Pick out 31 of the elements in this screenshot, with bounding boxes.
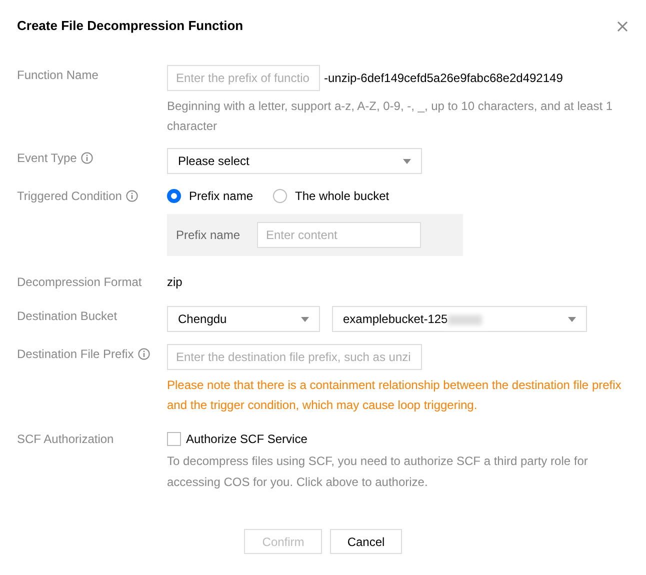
field-label: Triggered Condition: [17, 188, 122, 205]
warning-text: Please note that there is a containment relationship between the destination file prefix and the trigger condition, which may cause loop triggering.: [167, 377, 622, 414]
radio-icon[interactable]: [167, 189, 181, 203]
field-label: SCF Authorization: [17, 431, 114, 448]
close-icon[interactable]: [617, 20, 628, 32]
format-value: zip: [167, 274, 184, 291]
checkbox-icon[interactable]: [167, 432, 181, 446]
radio-icon[interactable]: [273, 189, 288, 203]
region-select[interactable]: Chengdu: [167, 306, 320, 332]
radio-option[interactable]: Prefix name: [167, 187, 254, 205]
prefix-name-input[interactable]: Enter content: [257, 222, 421, 248]
dialog-button[interactable]: Cancel: [330, 529, 402, 554]
caret-icon: [568, 316, 576, 322]
field-label: Decompression Format: [17, 274, 142, 291]
radio-option[interactable]: The whole bucket: [273, 187, 390, 205]
bucket-select[interactable]: examplebucket-125: [332, 306, 587, 332]
prefix-input[interactable]: Enter the prefix of functio: [167, 65, 320, 91]
event-type-select[interactable]: Please select: [167, 148, 422, 174]
hint-text: Beginning with a letter, support a-z, A-Z, 0-9, -, _, up to 10 characters, and at least 1 character: [167, 98, 614, 135]
field-label: Function Name: [17, 67, 98, 84]
caret-icon: [403, 158, 411, 164]
field-label: Destination Bucket: [17, 308, 118, 325]
caret-icon: [301, 316, 309, 322]
authorize-checkbox[interactable]: Authorize SCF Service: [167, 429, 308, 449]
function-name-suffix: -unzip-6def149cefd5a26e9fabc68e2d492149: [324, 70, 563, 87]
dialog-title: Create File Decompression Function: [17, 17, 244, 35]
field-label: Destination File Prefix: [17, 346, 134, 363]
destination-prefix-input[interactable]: Enter the destination file prefix, such as unzi: [167, 344, 422, 370]
prefix-label: Prefix name: [176, 227, 242, 244]
field-label: Event Type: [17, 150, 77, 167]
description-text: To decompress files using SCF, you need to authorize SCF a third party role for accessing COS for you. Click above to authorize.: [167, 453, 589, 491]
